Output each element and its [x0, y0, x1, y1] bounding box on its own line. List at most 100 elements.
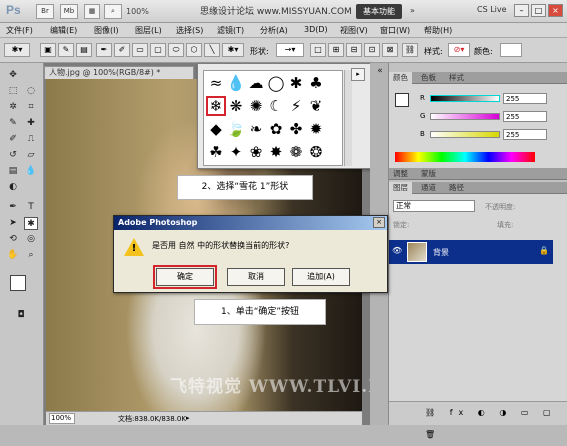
shape-moon[interactable]: ☾ — [266, 96, 286, 116]
layers-footer-buttons[interactable]: ⛓ fx ◐ ◑ ▭ ▢ 🗑 — [389, 401, 567, 439]
zoom-level-select[interactable]: 100% — [126, 5, 172, 19]
foreground-color-swatch[interactable] — [10, 275, 26, 291]
paths-button[interactable]: ✎ — [58, 43, 74, 57]
shape-raindrop[interactable]: 💧 — [226, 73, 246, 93]
freeform-pen-button[interactable]: ✐ — [114, 43, 130, 57]
eraser-tool-icon[interactable]: ▱ — [24, 149, 38, 162]
menu-select[interactable]: 选择(S) — [176, 25, 203, 36]
path-select-tool-icon[interactable]: ➤ — [6, 217, 20, 230]
shape-snowflake-3[interactable]: ❋ — [226, 96, 246, 116]
view-extras-button[interactable]: ▦ — [84, 4, 100, 19]
shape-layers-button[interactable]: ▣ — [40, 43, 56, 57]
subtract-shape-button[interactable]: ⊟ — [346, 43, 362, 57]
type-tool-icon[interactable]: T — [24, 201, 38, 214]
mini-bridge-button[interactable]: Mb — [60, 4, 78, 19]
menu-file[interactable]: 文件(F) — [6, 25, 33, 36]
layer-name[interactable]: 背景 — [433, 247, 449, 258]
3d-orbit-tool-icon[interactable]: ◎ — [24, 233, 38, 246]
menu-window[interactable]: 窗口(W) — [380, 25, 410, 36]
brush-tool-icon[interactable]: ✐ — [6, 133, 20, 146]
shape-seal[interactable]: ✹ — [306, 119, 326, 139]
tab-channels[interactable]: 通道 — [417, 182, 440, 194]
shape-starburst[interactable]: ✸ — [266, 142, 286, 162]
zoom-tool-button[interactable]: ⌕ — [104, 4, 122, 19]
collapse-arrows-icon[interactable]: « — [373, 65, 387, 78]
menu-3d[interactable]: 3D(D) — [304, 25, 328, 34]
healing-tool-icon[interactable]: ✚ — [24, 117, 38, 130]
color-spectrum-bar[interactable] — [395, 152, 535, 162]
slider-r[interactable] — [430, 95, 500, 102]
layer-row-background[interactable]: 👁 背景 🔒 — [389, 240, 553, 264]
blur-tool-icon[interactable]: 💧 — [24, 165, 38, 178]
lasso-tool-icon[interactable]: ◌ — [24, 85, 38, 98]
hand-tool-icon[interactable]: ✋ — [6, 249, 20, 262]
slider-g[interactable] — [430, 113, 500, 120]
quick-select-tool-icon[interactable]: ✲ — [6, 101, 20, 114]
shape-branch[interactable]: ✦ — [226, 142, 246, 162]
crop-tool-icon[interactable]: ⌗ — [24, 101, 38, 114]
custom-shape-button[interactable]: ✱▾ — [222, 43, 244, 57]
color-swatch[interactable] — [500, 43, 522, 57]
ok-button[interactable]: 确定 — [153, 265, 217, 289]
tab-adjustments[interactable]: 调整 — [389, 168, 412, 180]
menu-help[interactable]: 帮助(H) — [424, 25, 452, 36]
shape-clover[interactable]: ❀ — [246, 142, 266, 162]
menu-analysis[interactable]: 分析(A) — [260, 25, 288, 36]
maximize-button[interactable]: □ — [531, 4, 546, 17]
append-button[interactable]: 追加(A) — [292, 268, 350, 286]
shape-cloud[interactable]: ☁ — [246, 73, 266, 93]
fg-color-swatch[interactable] — [395, 93, 409, 107]
bridge-button[interactable]: Br — [36, 4, 54, 19]
shape-maple-leaf[interactable]: 🍃 — [226, 119, 246, 139]
quick-mask-icon[interactable]: ◘ — [14, 309, 28, 322]
tab-layers[interactable]: 图层 — [389, 182, 412, 194]
status-menu-arrow-icon[interactable]: ▸ — [186, 412, 190, 424]
add-to-shape-button[interactable]: ⊞ — [328, 43, 344, 57]
rounded-rectangle-button[interactable]: ▢ — [150, 43, 166, 57]
cancel-button[interactable]: 取消 — [227, 268, 285, 286]
slider-g-value[interactable]: 255 — [503, 111, 547, 122]
pen-tool-icon[interactable]: ✒ — [6, 201, 20, 214]
menu-image[interactable]: 图像(I) — [94, 25, 119, 36]
document-tab[interactable]: 人物.jpg @ 100%(RGB/8#) * — [44, 66, 194, 79]
tab-color[interactable]: 颜色 — [389, 72, 412, 84]
intersect-shape-button[interactable]: ⊡ — [364, 43, 380, 57]
eye-icon[interactable]: 👁 — [392, 246, 402, 255]
blend-mode-select[interactable]: 正常 — [393, 200, 475, 212]
marquee-tool-icon[interactable]: ⬚ — [6, 85, 20, 98]
3d-rotate-tool-icon[interactable]: ⟲ — [6, 233, 20, 246]
menu-edit[interactable]: 编辑(E) — [50, 25, 77, 36]
shape-sun[interactable]: ✺ — [246, 96, 266, 116]
close-button[interactable]: × — [548, 4, 563, 17]
shape-leaf-1[interactable]: ❦ — [306, 96, 326, 116]
shape-picker-dropdown[interactable]: →▾ — [276, 43, 304, 57]
ellipse-shape-button[interactable]: ⬭ — [168, 43, 184, 57]
status-zoom[interactable]: 100% — [49, 413, 75, 424]
eyedropper-tool-icon[interactable]: ✎ — [6, 117, 20, 130]
gradient-tool-icon[interactable]: ▤ — [6, 165, 20, 178]
workspace-button[interactable]: 基本功能 — [356, 4, 402, 19]
slider-b-value[interactable]: 255 — [503, 129, 547, 140]
menu-filter[interactable]: 滤镜(T) — [217, 25, 244, 36]
fill-pixels-button[interactable]: ▤ — [76, 43, 92, 57]
tab-paths[interactable]: 路径 — [445, 182, 468, 194]
menu-layer[interactable]: 图层(L) — [135, 25, 162, 36]
shape-waves[interactable]: ≈ — [206, 73, 226, 93]
shape-ellipse-frame[interactable]: ◯ — [266, 73, 286, 93]
shape-club[interactable]: ♣ — [306, 73, 326, 93]
shape-leaf-2[interactable]: ❧ — [246, 119, 266, 139]
rectangle-shape-button[interactable]: ▭ — [132, 43, 148, 57]
shape-burst[interactable]: ✱ — [286, 73, 306, 93]
new-shape-layer-button[interactable]: □ — [310, 43, 326, 57]
workspace-arrow-icon[interactable]: » — [410, 6, 415, 15]
zoom-tool-icon[interactable]: ⌕ — [24, 249, 38, 262]
tool-preset-picker[interactable]: ✱▾ — [4, 43, 30, 57]
shape-snowflake-1[interactable]: ❄ — [206, 96, 226, 116]
shape-flower-1[interactable]: ✿ — [266, 119, 286, 139]
shape-diamond[interactable]: ◆ — [206, 119, 226, 139]
exclude-shape-button[interactable]: ⊠ — [382, 43, 398, 57]
link-icon[interactable]: ⛓ — [402, 43, 418, 57]
custom-shape-tool-icon[interactable]: ✱ — [24, 217, 38, 230]
pen-tool-button[interactable]: ✒ — [96, 43, 112, 57]
move-tool-icon[interactable]: ✥ — [6, 69, 20, 82]
